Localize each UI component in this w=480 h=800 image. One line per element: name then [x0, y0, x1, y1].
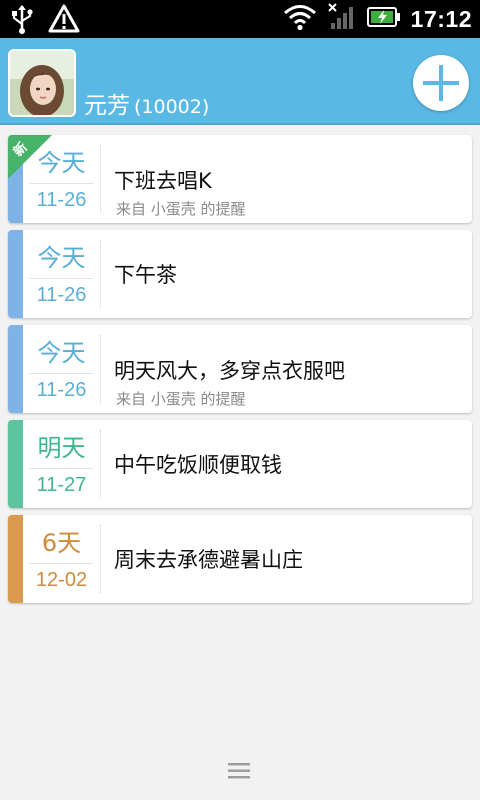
card-title: 周末去承德避暑山庄: [114, 548, 303, 572]
card-day-label: 今天: [37, 244, 86, 272]
card-subtitle: 来自 小蛋壳 的提醒: [116, 200, 246, 218]
card-date-label: 11-26: [36, 379, 87, 401]
clock: 17:12: [410, 5, 472, 32]
avatar[interactable]: [8, 49, 76, 117]
card-date-label: 11-27: [36, 474, 87, 496]
wifi-icon: [283, 3, 317, 35]
add-reminder-button[interactable]: [413, 55, 469, 111]
user-name: 元芳 (10002): [84, 86, 209, 120]
card-day-label: 明天: [37, 434, 86, 462]
card-date-label: 12-02: [35, 569, 88, 591]
reminder-card[interactable]: 6天 12-02 周末去承德避暑山庄: [8, 515, 472, 603]
reminder-card[interactable]: 今天 11-26 下班去唱K 来自 小蛋壳 的提醒 新: [8, 135, 472, 223]
reminder-list: 今天 11-26 下班去唱K 来自 小蛋壳 的提醒 新 今天 11-26 下午茶…: [8, 135, 472, 610]
card-date-label: 11-26: [36, 284, 87, 306]
new-badge: 新: [8, 135, 52, 179]
add-icon: [423, 65, 459, 101]
reminder-card[interactable]: 今天 11-26 明天风大，多穿点衣服吧 来自 小蛋壳 的提醒: [8, 325, 472, 413]
card-title: 中午吃饭顺便取钱: [114, 453, 282, 477]
battery-charging-icon: [366, 6, 401, 32]
user-name-text: 元芳: [84, 93, 130, 119]
signal-icon: [327, 3, 357, 35]
card-date: 明天 11-27: [23, 420, 100, 508]
card-color-strip: [8, 230, 23, 318]
reminder-card[interactable]: 今天 11-26 下午茶: [8, 230, 472, 318]
card-title: 下班去唱K: [114, 169, 212, 193]
card-day-label: 6天: [41, 529, 82, 557]
card-day-label: 今天: [37, 339, 86, 367]
card-color-strip: [8, 515, 23, 603]
card-date: 6天 12-02: [23, 515, 100, 603]
warning-icon: [48, 4, 80, 38]
card-date-label: 11-26: [36, 189, 87, 211]
user-id: (10002): [134, 96, 210, 118]
card-date: 今天 11-26: [23, 230, 100, 318]
reminder-card[interactable]: 明天 11-27 中午吃饭顺便取钱: [8, 420, 472, 508]
status-bar: 17:12: [0, 0, 480, 38]
usb-icon: [10, 4, 34, 38]
card-title: 明天风大，多穿点衣服吧: [114, 359, 345, 383]
header: 元芳 (10002): [0, 38, 480, 125]
card-date: 今天 11-26: [23, 325, 100, 413]
card-color-strip: [8, 325, 23, 413]
card-subtitle: 来自 小蛋壳 的提醒: [116, 390, 246, 408]
card-title: 下午茶: [114, 263, 177, 287]
menu-icon[interactable]: [228, 762, 250, 780]
card-color-strip: [8, 420, 23, 508]
